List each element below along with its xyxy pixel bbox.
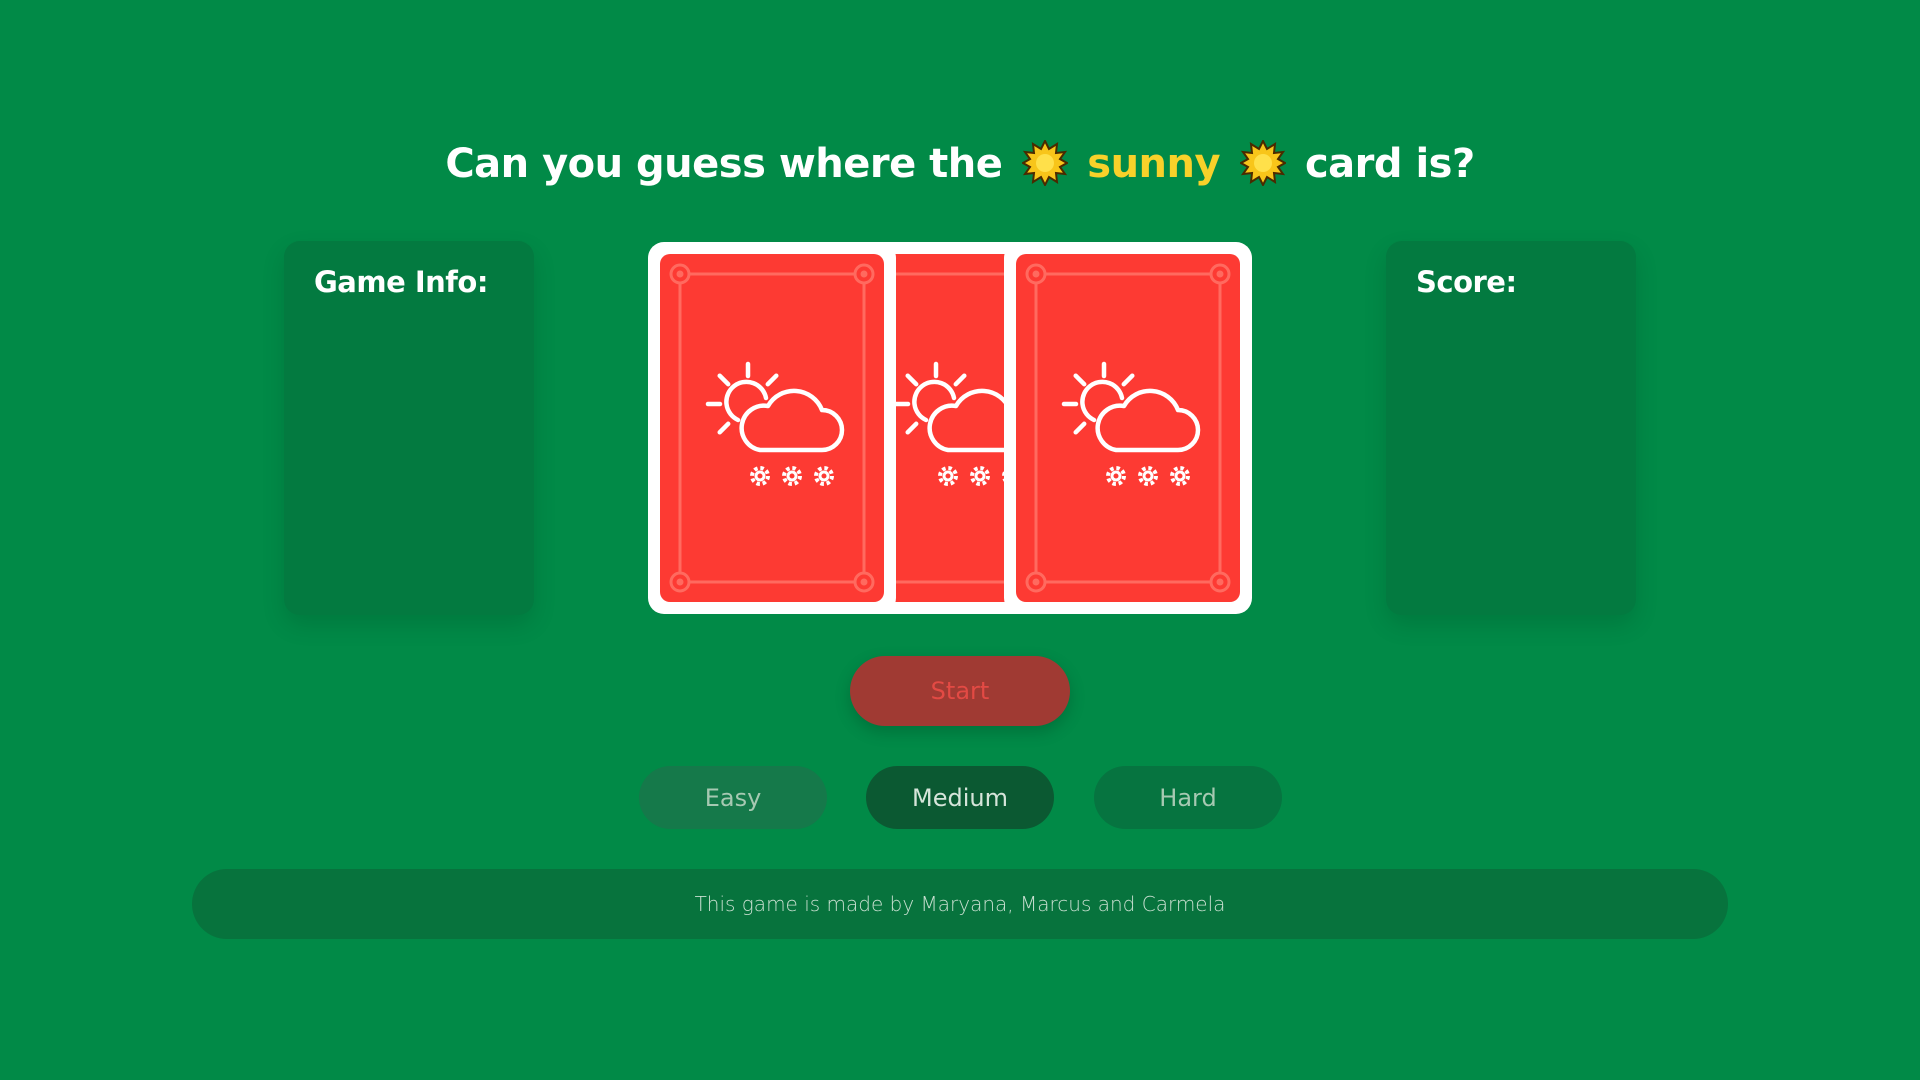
- snowflake-icon: [1170, 466, 1190, 486]
- game-info-label: Game Info:: [314, 265, 488, 299]
- snowflake-icon: [814, 466, 834, 486]
- card-back: [660, 254, 884, 602]
- card-1[interactable]: [648, 242, 896, 614]
- page-title: Can you guess where the sunny card is?: [0, 138, 1920, 188]
- card-3[interactable]: [1004, 242, 1252, 614]
- weather-sun-cloud-snow-icon: [1061, 361, 1201, 453]
- sun-icon: [1238, 138, 1287, 188]
- snowflake-icon: [938, 466, 958, 486]
- game-info-panel: Game Info:: [284, 241, 534, 615]
- snowflake-icon: [782, 466, 802, 486]
- title-text-after: card is?: [1304, 141, 1475, 187]
- level-hard-button[interactable]: Hard: [1094, 766, 1282, 829]
- sun-icon: [1020, 138, 1069, 188]
- start-button[interactable]: Start: [850, 656, 1070, 726]
- score-label: Score:: [1416, 265, 1517, 299]
- level-easy-button[interactable]: Easy: [639, 766, 827, 829]
- snowflake-icon: [970, 466, 990, 486]
- snowflake-icon: [1138, 466, 1158, 486]
- title-text-before: Can you guess where the: [445, 141, 1003, 187]
- score-panel: Score:: [1386, 241, 1636, 615]
- level-medium-button[interactable]: Medium: [866, 766, 1054, 829]
- credits-footer: This game is made by Maryana, Marcus and…: [192, 869, 1728, 939]
- snowflake-icon: [750, 466, 770, 486]
- game-page: Can you guess where the sunny card is? G…: [0, 0, 1920, 1080]
- snowflake-icon: [1106, 466, 1126, 486]
- title-highlight: sunny: [1087, 141, 1221, 187]
- card-back: [1016, 254, 1240, 602]
- weather-sun-cloud-snow-icon: [705, 361, 845, 453]
